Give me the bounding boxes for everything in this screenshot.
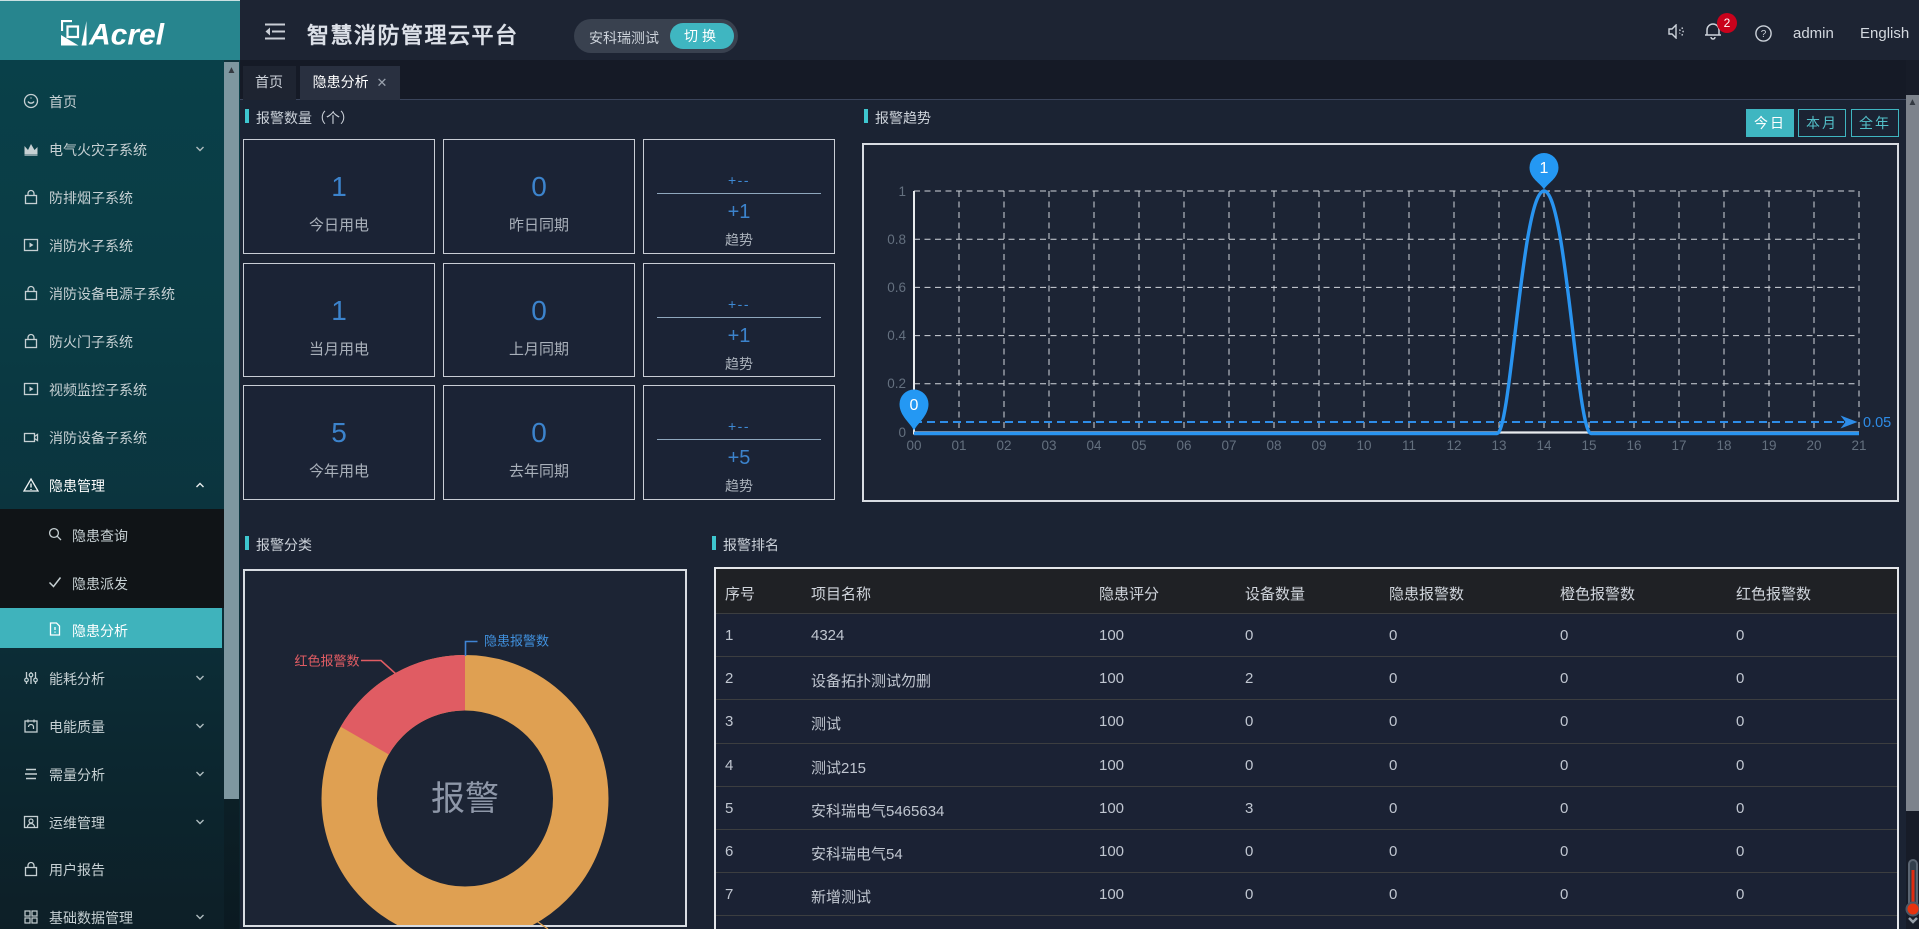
svg-text:13: 13 — [1491, 438, 1506, 453]
svg-text:18: 18 — [1716, 438, 1731, 453]
svg-text:20: 20 — [1806, 438, 1821, 453]
svg-text:03: 03 — [1041, 438, 1056, 453]
svg-text:0: 0 — [910, 397, 919, 414]
svg-text:11: 11 — [1402, 438, 1416, 453]
svg-text:10: 10 — [1356, 438, 1371, 453]
svg-text:0: 0 — [898, 425, 906, 440]
svg-text:1: 1 — [1540, 160, 1549, 177]
svg-text:17: 17 — [1671, 438, 1686, 453]
svg-text:08: 08 — [1266, 438, 1281, 453]
svg-text:05: 05 — [1131, 438, 1146, 453]
svg-text:0.6: 0.6 — [887, 280, 906, 295]
svg-text:04: 04 — [1086, 438, 1102, 453]
svg-text:07: 07 — [1221, 438, 1236, 453]
svg-text:红色报警数: 红色报警数 — [294, 654, 359, 669]
svg-text:00: 00 — [906, 438, 921, 453]
svg-text:0.8: 0.8 — [887, 232, 906, 247]
svg-text:0.2: 0.2 — [887, 376, 906, 391]
svg-text:?: ? — [1761, 29, 1767, 40]
svg-text:报警: 报警 — [431, 780, 499, 818]
svg-text:隐患报警数: 隐患报警数 — [484, 634, 549, 649]
svg-text:06: 06 — [1176, 438, 1191, 453]
svg-text:01: 01 — [951, 438, 966, 453]
svg-text:16: 16 — [1626, 438, 1641, 453]
svg-text:14: 14 — [1536, 438, 1552, 453]
svg-text:02: 02 — [996, 438, 1011, 453]
svg-text:15: 15 — [1581, 438, 1596, 453]
svg-text:21: 21 — [1851, 438, 1866, 453]
svg-text:0.05: 0.05 — [1863, 415, 1891, 431]
svg-text:12: 12 — [1446, 438, 1461, 453]
svg-text:19: 19 — [1761, 438, 1776, 453]
svg-text:0.4: 0.4 — [887, 328, 906, 343]
svg-text:09: 09 — [1311, 438, 1326, 453]
svg-text:1: 1 — [898, 184, 906, 199]
svg-text:Acrel: Acrel — [88, 20, 165, 46]
